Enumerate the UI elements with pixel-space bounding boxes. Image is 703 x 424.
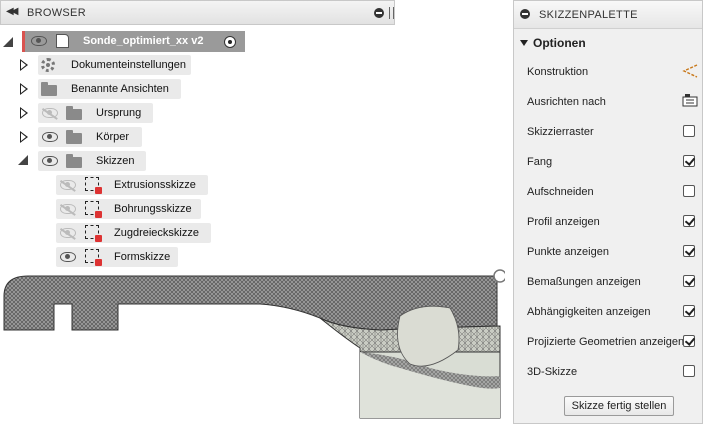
visibility-eye-icon[interactable] — [42, 132, 58, 142]
checkbox-3d-sketch[interactable] — [683, 365, 695, 377]
tree-item-pill[interactable]: Ursprung — [38, 103, 153, 123]
folder-icon — [66, 130, 82, 144]
sketch-item-draft-triangle[interactable]: Zugdreieckskizze — [56, 223, 211, 243]
tree-item-label: Skizzen — [96, 155, 135, 167]
folder-icon — [66, 106, 82, 120]
option-label: Punkte anzeigen — [527, 246, 609, 258]
navigation-handle-icon — [493, 269, 505, 283]
sketch-icon — [85, 177, 102, 194]
checkbox-sketch-grid[interactable] — [683, 125, 695, 137]
option-label: Ausrichten nach — [527, 96, 606, 108]
tree-item-pill[interactable]: Skizzen — [38, 151, 146, 171]
visibility-eye-off-icon[interactable] — [60, 204, 76, 214]
checkbox-show-dimensions[interactable] — [683, 275, 695, 287]
folder-icon — [66, 154, 82, 168]
sketch-icon — [85, 201, 102, 218]
mesh-model-view[interactable] — [0, 268, 505, 424]
tree-item-pill[interactable]: Benannte Ansichten — [38, 79, 181, 99]
chevron-down-icon — [520, 40, 528, 46]
tree-item-label: Dokumenteinstellungen — [71, 59, 186, 71]
sketch-label: Zugdreieckskizze — [114, 227, 199, 239]
sketch-item-shape[interactable]: Formskizze — [56, 247, 178, 267]
pin-icon[interactable] — [389, 7, 394, 19]
construction-icon[interactable] — [682, 64, 698, 78]
checkbox-show-projected-geometry[interactable] — [683, 335, 695, 347]
tree-item-label: Benannte Ansichten — [71, 83, 169, 95]
option-label: Aufschneiden — [527, 186, 594, 198]
sketch-label: Bohrungsskizze — [114, 203, 192, 215]
sketch-item-hole[interactable]: Bohrungsskizze — [56, 199, 201, 219]
sketch-item-extrusion[interactable]: Extrusionsskizze — [56, 175, 208, 195]
folder-icon — [41, 82, 57, 96]
browser-title: BROWSER — [27, 7, 86, 19]
option-label: Skizzierraster — [527, 126, 594, 138]
sketch-label: Extrusionsskizze — [114, 179, 196, 191]
collapse-toggle-icon[interactable] — [18, 155, 28, 165]
checkbox-show-profile[interactable] — [683, 215, 695, 227]
section-label: Optionen — [533, 36, 586, 50]
finish-sketch-button[interactable]: Skizze fertig stellen — [564, 396, 674, 416]
gear-icon — [41, 58, 55, 72]
visibility-eye-off-icon[interactable] — [60, 228, 76, 238]
checkbox-snap[interactable] — [683, 155, 695, 167]
palette-header: SKIZZENPALETTE — [514, 1, 702, 29]
visibility-eye-off-icon[interactable] — [42, 108, 58, 118]
minimize-icon[interactable] — [520, 9, 530, 19]
tree-item-label: Körper — [96, 131, 130, 143]
visibility-eye-off-icon[interactable] — [60, 180, 76, 190]
sketch-label: Formskizze — [114, 251, 171, 263]
expand-toggle-icon[interactable] — [20, 59, 28, 71]
options-section-header[interactable]: Optionen — [520, 36, 586, 50]
expand-toggle-icon[interactable] — [20, 83, 28, 95]
root-label: Sonde_optimiert_xx v2 — [83, 35, 204, 47]
collapse-panel-icon[interactable]: ◀◀ — [6, 6, 19, 17]
option-label: Projizierte Geometrien anzeigen — [527, 336, 685, 348]
option-label: Profil anzeigen — [527, 216, 600, 228]
expand-toggle-icon[interactable] — [3, 37, 13, 47]
expand-toggle-icon[interactable] — [20, 107, 28, 119]
option-label: Abhängigkeiten anzeigen — [527, 306, 651, 318]
sketch-icon — [85, 249, 102, 266]
option-label: Fang — [527, 156, 553, 168]
option-label: Konstruktion — [527, 66, 589, 78]
sketch-icon — [85, 225, 102, 242]
tree-item-pill[interactable]: Dokumenteinstellungen — [38, 55, 191, 75]
sketch-palette: SKIZZENPALETTE Optionen Konstruktion Aus… — [513, 0, 703, 424]
tree-item-pill[interactable]: Körper — [38, 127, 142, 147]
root-component[interactable]: Sonde_optimiert_xx v2 — [22, 31, 245, 52]
minimize-icon[interactable] — [374, 8, 384, 18]
activate-radio[interactable] — [224, 36, 236, 48]
document-icon — [56, 34, 69, 48]
option-label: 3D-Skizze — [527, 366, 578, 378]
look-at-icon[interactable] — [682, 93, 698, 107]
checkbox-show-constraints[interactable] — [683, 305, 695, 317]
visibility-eye-icon[interactable] — [60, 252, 76, 262]
option-label: Bemaßungen anzeigen — [527, 276, 641, 288]
visibility-eye-icon[interactable] — [31, 36, 47, 46]
visibility-eye-icon[interactable] — [42, 156, 58, 166]
checkbox-show-points[interactable] — [683, 245, 695, 257]
palette-title: SKIZZENPALETTE — [539, 9, 638, 21]
checkbox-slice[interactable] — [683, 185, 695, 197]
tree-item-label: Ursprung — [96, 107, 142, 119]
expand-toggle-icon[interactable] — [20, 131, 28, 143]
browser-header: ◀◀ BROWSER — [0, 0, 395, 25]
